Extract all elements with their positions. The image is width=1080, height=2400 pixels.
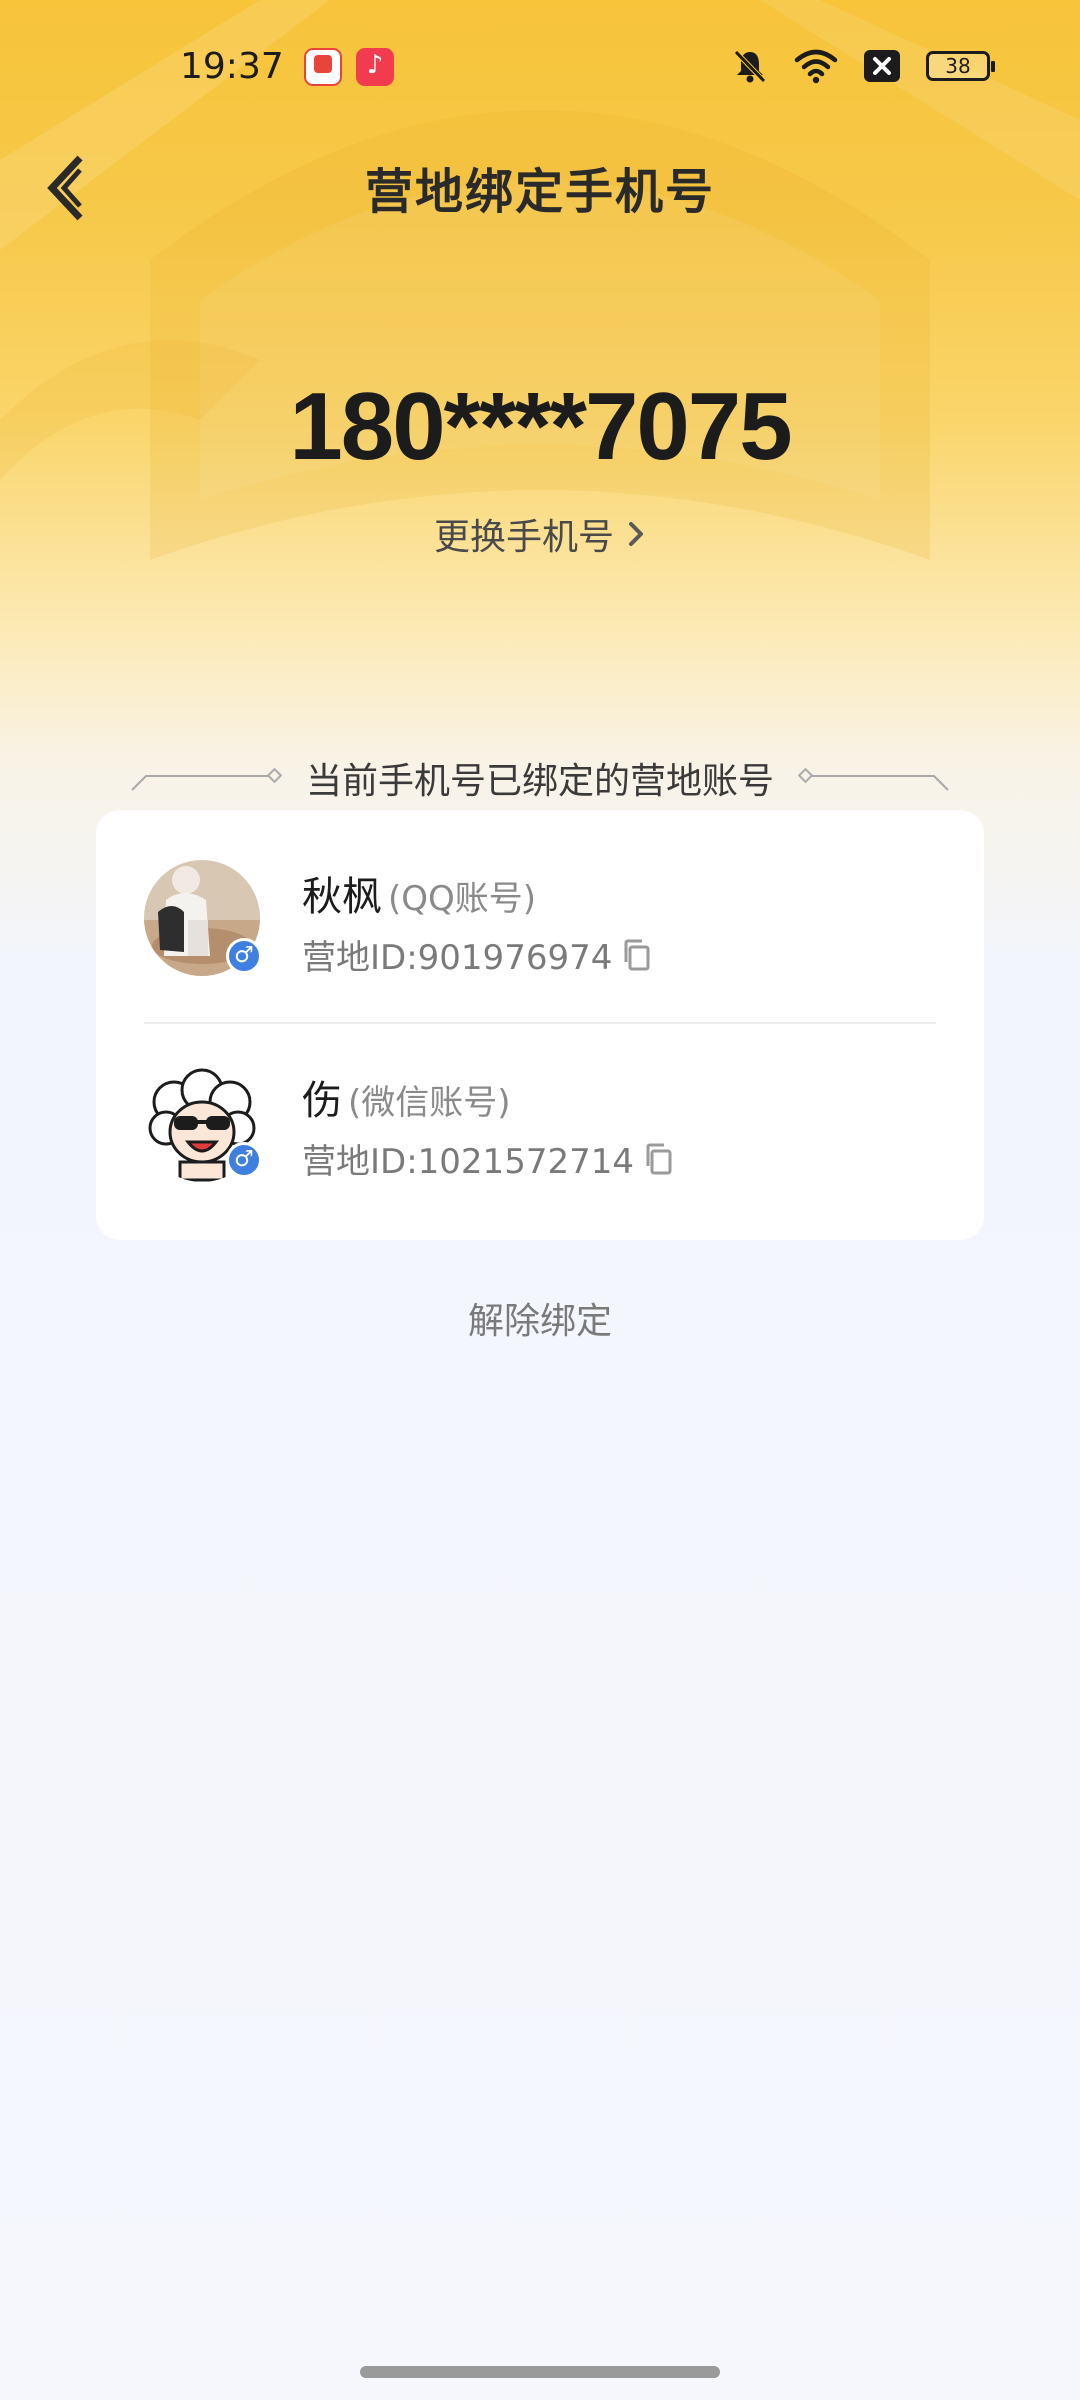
status-bar: 19:37 ♪ 38	[0, 0, 1080, 140]
mute-icon	[734, 50, 766, 83]
account-name-line: 秋枫 (QQ账号)	[302, 864, 536, 922]
copy-icon[interactable]	[644, 1142, 674, 1176]
male-gender-icon: ♂	[226, 1142, 262, 1178]
status-time: 19:37	[180, 46, 284, 87]
account-id-line: 营地ID:1021572714	[302, 1134, 674, 1183]
copy-icon[interactable]	[622, 938, 652, 972]
account-id: 营地ID:1021572714	[302, 1142, 634, 1182]
chevron-right-icon	[629, 522, 643, 546]
account-row-wechat[interactable]: ♂ 伤 (微信账号) 营地ID:1021572714	[96, 1026, 984, 1236]
row-divider	[144, 1022, 936, 1024]
account-id: 营地ID:901976974	[302, 938, 613, 978]
close-box-icon	[864, 50, 900, 82]
section-heading: 当前手机号已绑定的营地账号	[130, 748, 950, 802]
account-name-line: 伤 (微信账号)	[302, 1068, 511, 1126]
page-title: 营地绑定手机号	[364, 164, 715, 220]
male-gender-icon: ♂	[226, 938, 262, 974]
bound-accounts-card: ♂ 秋枫 (QQ账号) 营地ID:901976974 ♂ 伤 (微信账号) 营地…	[96, 810, 984, 1240]
battery-level: 38	[945, 54, 971, 78]
change-phone-label: 更换手机号	[433, 517, 614, 558]
home-indicator[interactable]	[360, 2366, 720, 2378]
account-type: (QQ账号)	[388, 879, 537, 919]
account-row-qq[interactable]: ♂ 秋枫 (QQ账号) 营地ID:901976974	[96, 810, 984, 1020]
status-icons: 38	[732, 44, 995, 88]
account-name: 秋枫	[302, 874, 382, 920]
unbind-button[interactable]: 解除绑定	[0, 1292, 1080, 1344]
change-phone-link[interactable]: 更换手机号	[0, 508, 1080, 560]
app-notification-icon	[304, 48, 342, 86]
battery-icon: 38	[926, 51, 995, 81]
music-app-icon: ♪	[356, 48, 394, 86]
wifi-icon	[794, 49, 838, 84]
account-type: (微信账号)	[348, 1083, 511, 1123]
bound-phone-number: 180****7075	[289, 373, 792, 480]
account-name: 伤	[302, 1078, 342, 1124]
account-id-line: 营地ID:901976974	[302, 930, 652, 979]
heading-ornament-right	[797, 767, 949, 791]
